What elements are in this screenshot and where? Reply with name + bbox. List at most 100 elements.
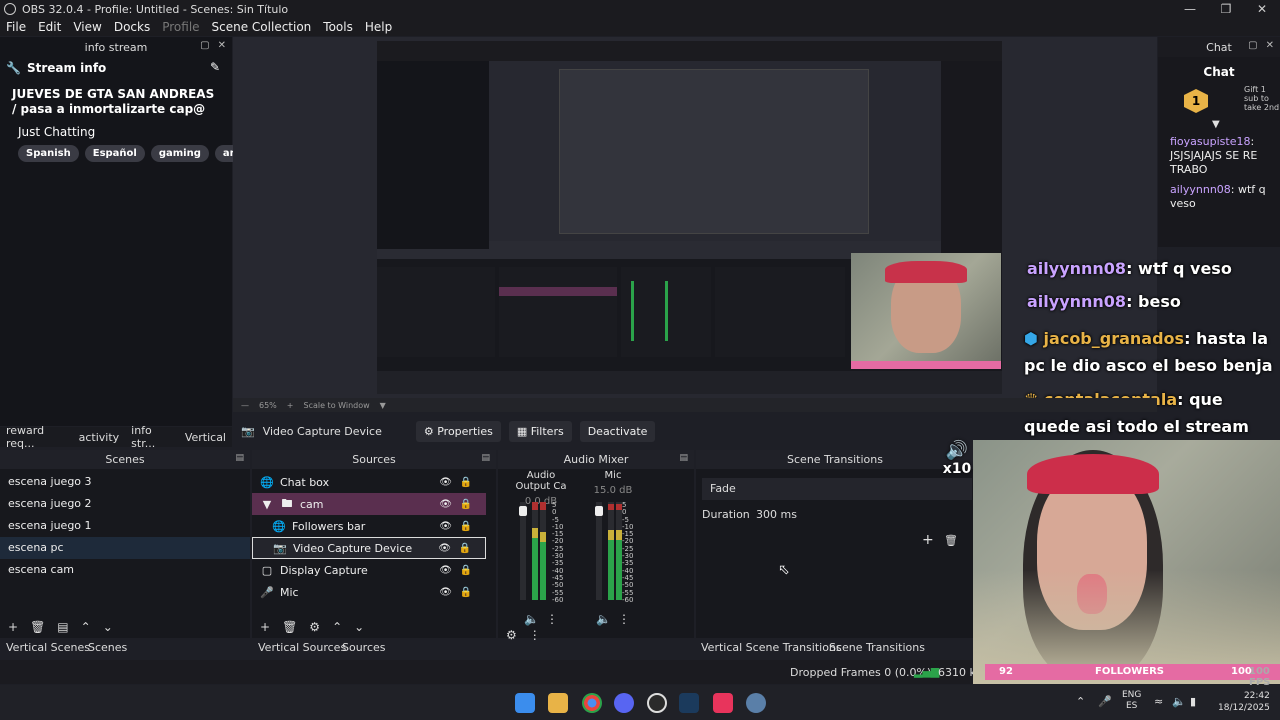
gear-icon[interactable]: ⚙ (309, 620, 320, 634)
chat-user[interactable]: ailyynnn08 (1170, 183, 1231, 196)
source-item[interactable]: 🎤 Mic 👁 🔒 (252, 581, 486, 603)
menu-tools[interactable]: Tools (317, 20, 359, 34)
close-dock-icon[interactable]: ✕ (1266, 40, 1274, 51)
scene-item[interactable]: escena juego 2 (0, 493, 250, 515)
zoom-out-button[interactable]: — (241, 401, 249, 410)
tab-vertical[interactable]: Vertical (179, 431, 232, 444)
close-button[interactable]: ✕ (1244, 0, 1280, 18)
menu-profile[interactable]: Profile (156, 20, 205, 34)
tray-chevron-up-icon[interactable]: ⌃ (1076, 695, 1085, 708)
duration-input[interactable]: 300 ms (752, 504, 972, 526)
source-item[interactable]: ▢ Display Capture 👁 🔒 (252, 559, 486, 581)
tiktok-icon[interactable] (713, 693, 733, 713)
eye-icon[interactable]: 👁 (439, 521, 452, 532)
source-item[interactable]: 🌐 Chat box 👁 🔒 (252, 471, 486, 493)
steam-icon[interactable] (679, 693, 699, 713)
arrow-up-icon[interactable]: ⌃ (81, 620, 91, 634)
source-group[interactable]: ▼ 🖿 cam 👁 🔒 (252, 493, 486, 515)
float-icon[interactable]: ▢ (1248, 40, 1257, 51)
lock-icon[interactable]: 🔒 (459, 543, 471, 554)
settings-icon[interactable] (746, 693, 766, 713)
trash-icon[interactable]: 🗑 (282, 620, 297, 634)
filter-icon[interactable]: ▤ (57, 620, 68, 634)
tab-scenes[interactable]: Scenes (88, 641, 127, 654)
float-icon[interactable]: ▢ (200, 40, 209, 51)
chevron-down-icon[interactable]: ▼ (380, 401, 386, 410)
zoom-in-button[interactable]: + (287, 401, 294, 410)
transition-select[interactable]: Fade (702, 478, 972, 500)
menu-help[interactable]: Help (359, 20, 398, 34)
maximize-button[interactable]: ❐ (1208, 0, 1244, 18)
chevron-down-icon[interactable]: ▼ (260, 498, 274, 511)
clock[interactable]: 22:42 18/12/2025 (1218, 690, 1270, 714)
trash-icon[interactable]: 🗑 (30, 620, 45, 634)
tag-espanol[interactable]: Español (84, 145, 145, 162)
tab-activity[interactable]: activity (73, 431, 126, 444)
source-item[interactable]: 🌐 Followers bar 👁 🔒 (252, 515, 486, 537)
language-indicator[interactable]: ENG ES (1122, 690, 1141, 712)
undock-icon[interactable]: ▤ (235, 453, 244, 463)
chat-user[interactable]: fioyasupiste18 (1170, 135, 1250, 148)
tab-sources[interactable]: Sources (342, 641, 386, 654)
tab-reward-requests[interactable]: reward req... (0, 424, 73, 450)
discord-icon[interactable] (614, 693, 634, 713)
edit-pencil-icon[interactable]: ✎ (210, 60, 220, 74)
chevron-down-icon[interactable]: ▼ (1212, 119, 1220, 130)
volume-slider[interactable] (595, 502, 603, 600)
lock-icon[interactable]: 🔒 (460, 477, 472, 488)
tag-spanish[interactable]: Spanish (18, 145, 79, 162)
add-icon[interactable]: + (922, 532, 934, 548)
battery-icon[interactable]: ▮ (1190, 695, 1196, 708)
undock-icon[interactable]: ▤ (481, 453, 490, 463)
scene-item-selected[interactable]: escena pc (0, 537, 250, 559)
lock-icon[interactable]: 🔒 (460, 565, 472, 576)
tab-vertical-scenes[interactable]: Vertical Scenes (6, 641, 90, 654)
arrow-down-icon[interactable]: ⌄ (103, 620, 113, 634)
source-item-selected[interactable]: 📷 Video Capture Device 👁 🔒 (252, 537, 486, 559)
properties-button[interactable]: ⚙ Properties (415, 420, 501, 442)
add-icon[interactable]: + (260, 620, 270, 634)
eye-icon[interactable]: 👁 (439, 477, 452, 488)
scene-item[interactable]: escena cam (0, 559, 250, 581)
tab-scene-transitions[interactable]: Scene Transitions (829, 641, 925, 654)
eye-icon[interactable]: 👁 (439, 565, 452, 576)
lock-icon[interactable]: 🔒 (460, 499, 472, 510)
slider-handle[interactable] (595, 506, 603, 516)
obs-icon[interactable] (647, 693, 667, 713)
wifi-icon[interactable]: ≈ (1154, 695, 1163, 708)
arrow-up-icon[interactable]: ⌃ (332, 620, 342, 634)
file-explorer-icon[interactable] (548, 693, 568, 713)
close-dock-icon[interactable]: ✕ (218, 40, 226, 51)
trash-icon[interactable]: 🗑 (944, 534, 958, 547)
menu-file[interactable]: File (0, 20, 32, 34)
minimize-button[interactable]: — (1172, 0, 1208, 18)
scene-item[interactable]: escena juego 3 (0, 471, 250, 493)
eye-icon[interactable]: 👁 (439, 587, 452, 598)
deactivate-button[interactable]: Deactivate (579, 420, 656, 442)
tab-info-stream[interactable]: info str... (125, 424, 179, 450)
menu-view[interactable]: View (67, 20, 107, 34)
scene-item[interactable]: escena juego 1 (0, 515, 250, 537)
scale-to-window[interactable]: Scale to Window (303, 401, 369, 410)
slider-handle[interactable] (519, 506, 527, 516)
chrome-icon[interactable] (582, 693, 602, 713)
menu-docks[interactable]: Docks (108, 20, 156, 34)
add-icon[interactable]: + (8, 620, 18, 634)
windows-start-icon[interactable] (515, 693, 535, 713)
tray-mic-icon[interactable]: 🎤 (1098, 695, 1112, 708)
preview-canvas[interactable] (377, 41, 1002, 394)
gift-text[interactable]: Gift 1 sub to take 2nd (1244, 85, 1280, 112)
filters-button[interactable]: ▦ Filters (508, 420, 572, 442)
tag-gaming[interactable]: gaming (150, 145, 209, 162)
arrow-down-icon[interactable]: ⌄ (354, 620, 364, 634)
tab-vertical-sources[interactable]: Vertical Sources (258, 641, 346, 654)
lock-icon[interactable]: 🔒 (460, 521, 472, 532)
eye-icon[interactable]: 👁 (439, 499, 452, 510)
volume-slider[interactable] (519, 502, 527, 600)
menu-scene-collection[interactable]: Scene Collection (206, 20, 318, 34)
menu-edit[interactable]: Edit (32, 20, 67, 34)
tab-vertical-scene-transitions[interactable]: Vertical Scene Transitions (701, 641, 842, 654)
undock-icon[interactable]: ▤ (679, 453, 688, 463)
eye-icon[interactable]: 👁 (438, 543, 451, 554)
lock-icon[interactable]: 🔒 (460, 587, 472, 598)
